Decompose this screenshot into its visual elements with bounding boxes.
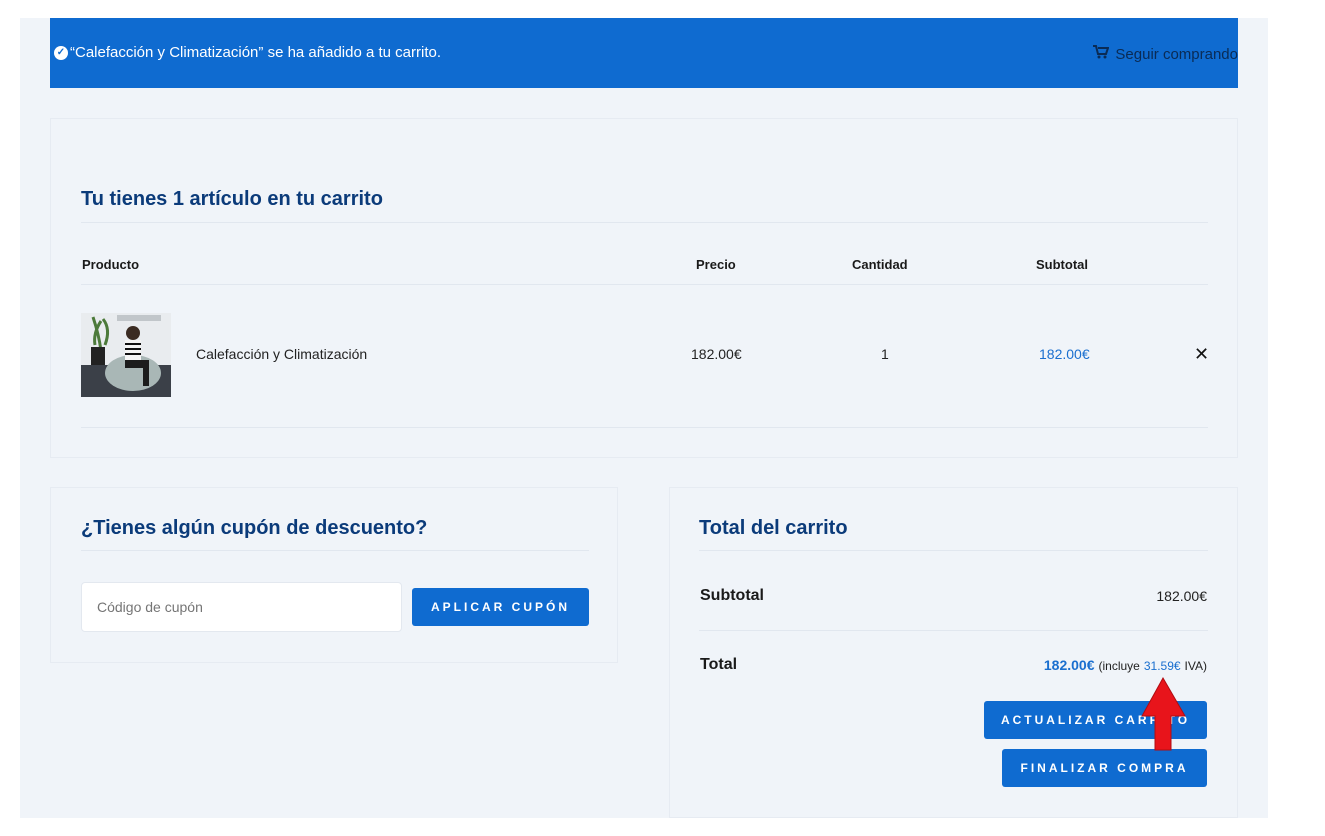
cart-card	[50, 118, 1238, 458]
apply-coupon-button[interactable]: APLICAR CUPÓN	[412, 588, 589, 626]
cart-heading-divider	[81, 222, 1208, 223]
tax-suffix: IVA)	[1184, 659, 1207, 673]
col-header-price: Precio	[696, 257, 736, 272]
subtotal-divider	[699, 630, 1208, 631]
coupon-heading: ¿Tienes algún cupón de descuento?	[81, 517, 428, 539]
tax-prefix: (incluye	[1098, 659, 1140, 673]
coupon-code-input[interactable]	[81, 582, 402, 632]
cart-heading: Tu tienes 1 artículo en tu carrito	[81, 188, 383, 210]
check-circle-icon: ✓	[54, 45, 68, 60]
product-name-link[interactable]: Calefacción y Climatización	[196, 346, 367, 362]
col-header-subtotal: Subtotal	[1036, 257, 1088, 272]
total-label: Total	[700, 656, 738, 673]
col-header-quantity: Cantidad	[852, 257, 908, 272]
totals-heading-divider	[699, 550, 1208, 551]
added-to-cart-notice: ✓ “Calefacción y Climatización” se ha añ…	[50, 18, 1238, 88]
continue-shopping-link[interactable]: Seguir comprando	[1093, 45, 1238, 63]
total-value-group: 182.00€ (incluye 31.59€ IVA)	[1044, 657, 1207, 673]
cart-icon	[1093, 45, 1110, 63]
continue-shopping-label[interactable]: Seguir comprando	[1115, 46, 1238, 63]
subtotal-value: 182.00€	[1156, 588, 1207, 604]
annotation-arrow-icon	[1141, 676, 1186, 751]
product-price: 182.00€	[691, 346, 742, 362]
notice-message: ✓ “Calefacción y Climatización” se ha añ…	[54, 44, 441, 61]
totals-heading: Total del carrito	[699, 517, 848, 539]
notice-text: “Calefacción y Climatización” se ha añad…	[70, 44, 442, 61]
coupon-card	[50, 487, 618, 663]
table-bottom-divider	[81, 427, 1208, 428]
subtotal-label: Subtotal	[700, 587, 764, 604]
product-quantity[interactable]: 1	[881, 346, 889, 362]
tax-amount: 31.59€	[1143, 659, 1181, 673]
table-header-divider	[81, 284, 1208, 285]
product-subtotal: 182.00€	[1039, 346, 1090, 362]
col-header-product: Producto	[82, 257, 140, 272]
product-thumbnail[interactable]	[81, 313, 171, 397]
total-value: 182.00€	[1043, 657, 1095, 673]
remove-item-icon[interactable]: ✕	[1194, 344, 1209, 365]
coupon-heading-divider	[81, 550, 589, 551]
checkout-button[interactable]: FINALIZAR COMPRA	[1002, 749, 1207, 787]
